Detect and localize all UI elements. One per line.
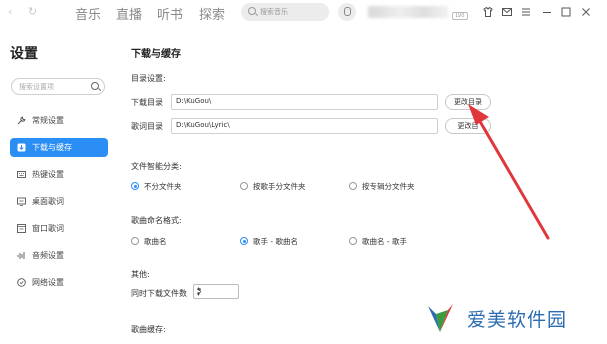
- settings-search-placeholder: 搜索设置项: [19, 83, 54, 91]
- lyric-dir-label: 歌词目录: [131, 122, 163, 131]
- concurrent-downloads-label: 同时下载文件数: [131, 289, 187, 298]
- watermark-logo-icon: [428, 304, 453, 332]
- skin-icon[interactable]: [482, 6, 494, 18]
- sidebar-item-download-cache[interactable]: 下载与缓存: [10, 138, 108, 157]
- refresh-icon[interactable]: ↻: [28, 5, 37, 18]
- lyric-dir-field[interactable]: D:\KuGou\Lyric\: [171, 118, 438, 134]
- tab-explore[interactable]: 探索: [199, 4, 225, 23]
- sidebar-item-audio[interactable]: 音频设置: [10, 246, 108, 265]
- naming-format-section-label: 歌曲命名格式:: [131, 216, 182, 225]
- other-section-label: 其他:: [131, 270, 150, 279]
- lyric-dir-value: D:\KuGou\Lyric\: [176, 121, 230, 129]
- message-icon[interactable]: [501, 6, 513, 18]
- page-title: 下载与缓存: [131, 49, 181, 60]
- microphone-icon[interactable]: [338, 3, 356, 21]
- sidebar-item-label: 热键设置: [32, 170, 64, 179]
- tab-music[interactable]: 音乐: [75, 4, 101, 23]
- stepper-arrows-icon[interactable]: ▴ ▾: [197, 286, 235, 298]
- window-lyrics-icon: [17, 224, 26, 233]
- sidebar-item-label: 窗口歌词: [32, 224, 64, 233]
- search-icon: [91, 82, 99, 90]
- download-dir-value: D:\KuGou\: [176, 97, 212, 105]
- top-search-placeholder: 搜索音乐: [260, 8, 288, 16]
- radio-dot: [131, 237, 139, 245]
- change-download-dir-button[interactable]: 更改目录: [445, 94, 491, 110]
- song-cache-section-label: 歌曲缓存:: [131, 325, 166, 334]
- watermark-text: 爱美软件园: [467, 309, 568, 331]
- network-icon: [17, 278, 26, 287]
- desktop-lyrics-icon: [17, 197, 26, 206]
- radio-dot: [349, 182, 357, 190]
- change-lyric-dir-button[interactable]: 更改目: [445, 118, 491, 134]
- audio-icon: [17, 251, 26, 260]
- directory-section-label: 目录设置:: [131, 74, 166, 83]
- keyboard-icon: [17, 170, 26, 179]
- sidebar-item-window-lyrics[interactable]: 窗口歌词: [10, 219, 108, 238]
- sidebar-item-label: 网络设置: [32, 278, 64, 287]
- download-dir-field[interactable]: D:\KuGou\: [171, 94, 438, 110]
- menu-icon[interactable]: [520, 6, 532, 18]
- level-badge: LV0: [452, 12, 468, 20]
- sidebar-item-label: 常规设置: [32, 116, 64, 125]
- settings-sidebar: 设置 搜索设置项 常规设置 下载与缓存 热键设置 桌面歌词 窗口歌词 音频设置 …: [0, 26, 117, 344]
- sidebar-item-desktop-lyrics[interactable]: 桌面歌词: [10, 192, 108, 211]
- top-bar: ‹ ↻ 音乐 直播 听书 探索 搜索音乐 LV0: [0, 0, 607, 26]
- radio-dot: [131, 182, 139, 190]
- radio-dot: [240, 182, 248, 190]
- radio-dot: [240, 237, 248, 245]
- search-icon: [248, 7, 256, 15]
- top-search-input[interactable]: 搜索音乐: [241, 3, 329, 21]
- sidebar-item-label: 音频设置: [32, 251, 64, 260]
- avatar[interactable]: [368, 6, 448, 18]
- maximize-icon[interactable]: [560, 6, 572, 18]
- file-classify-section-label: 文件智能分类:: [131, 162, 182, 171]
- wrench-icon: [17, 116, 26, 125]
- minimize-icon[interactable]: [541, 6, 553, 18]
- download-dir-label: 下载目录: [131, 98, 163, 107]
- concurrent-downloads-stepper[interactable]: 3 ▴ ▾: [193, 284, 239, 299]
- sidebar-item-general[interactable]: 常规设置: [10, 111, 108, 130]
- sidebar-item-network[interactable]: 网络设置: [10, 273, 108, 292]
- sidebar-item-hotkeys[interactable]: 热键设置: [10, 165, 108, 184]
- tab-audiobook[interactable]: 听书: [157, 4, 183, 23]
- download-icon: [17, 143, 26, 152]
- settings-search-input[interactable]: 搜索设置项: [11, 78, 105, 95]
- sidebar-item-label: 桌面歌词: [32, 197, 64, 206]
- tab-live[interactable]: 直播: [116, 4, 142, 23]
- back-arrow-icon[interactable]: ‹: [8, 5, 12, 18]
- sidebar-item-label: 下载与缓存: [32, 143, 72, 152]
- radio-dot: [349, 237, 357, 245]
- close-icon[interactable]: [580, 6, 592, 18]
- settings-title: 设置: [10, 46, 38, 62]
